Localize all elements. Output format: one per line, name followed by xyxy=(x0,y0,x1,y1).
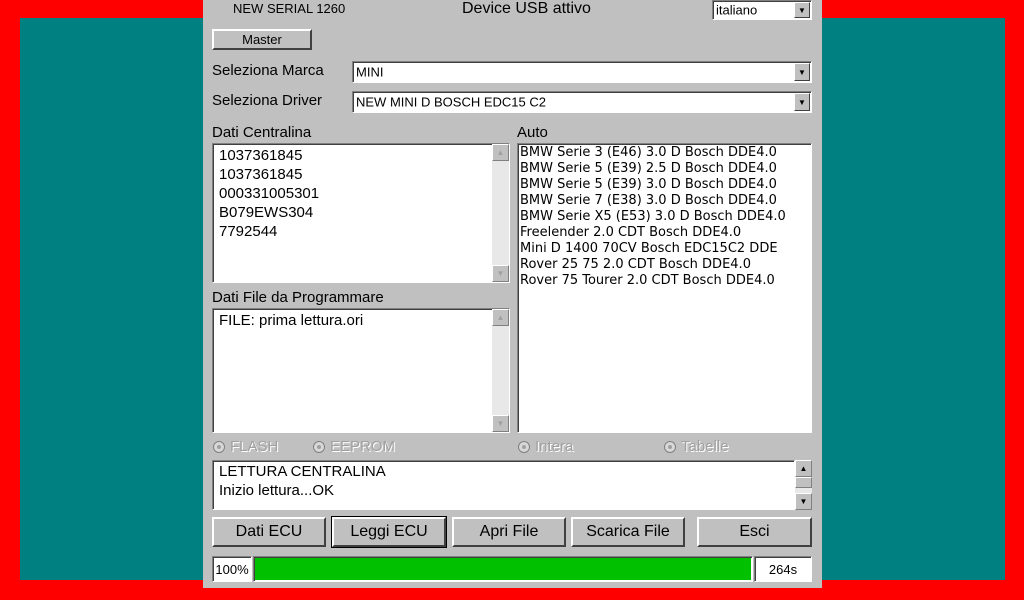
log-box[interactable]: LETTURA CENTRALINA Inizio lettura...OK xyxy=(212,460,795,510)
list-item: Freelender 2.0 CDT Bosch DDE4.0 xyxy=(520,225,742,240)
log-scrollbar[interactable]: ▲ ▼ xyxy=(795,460,812,510)
chevron-down-icon[interactable]: ▼ xyxy=(794,63,810,81)
chevron-down-icon[interactable]: ▼ xyxy=(794,93,810,111)
list-item: LETTURA CENTRALINA xyxy=(219,463,386,480)
list-item: BMW Serie 5 (E39) 3.0 D Bosch DDE4.0 xyxy=(520,177,777,192)
radio-icon xyxy=(313,440,325,453)
radio-eeprom[interactable]: EEPROM xyxy=(313,438,395,455)
dati-file-box[interactable]: FILE: prima lettura.ori ▲ ▼ xyxy=(212,308,510,433)
list-item: BMW Serie 5 (E39) 2.5 D Bosch DDE4.0 xyxy=(520,161,777,176)
device-status: Device USB attivo xyxy=(462,0,591,17)
list-item: 000331005301 xyxy=(219,185,320,202)
scroll-up-icon[interactable]: ▲ xyxy=(492,144,509,161)
radio-tabelle[interactable]: Tabelle xyxy=(664,438,729,455)
list-item: 1037361845 xyxy=(219,147,303,164)
language-select[interactable]: italiano ▼ xyxy=(712,0,812,20)
chevron-down-icon[interactable]: ▼ xyxy=(794,2,810,18)
list-item: 1037361845 xyxy=(219,166,303,183)
radio-tabelle-label: Tabelle xyxy=(681,438,729,455)
driver-select[interactable]: NEW MINI D BOSCH EDC15 C2 ▼ xyxy=(352,91,812,113)
radio-eeprom-label: EEPROM xyxy=(330,438,396,455)
scroll-down-icon[interactable]: ▼ xyxy=(492,265,509,282)
list-item: Inizio lettura...OK xyxy=(219,482,335,499)
list-item: BMW Serie X5 (E53) 3.0 D Bosch DDE4.0 xyxy=(520,209,786,224)
list-item: BMW Serie 7 (E38) 3.0 D Bosch DDE4.0 xyxy=(520,193,777,208)
leggi-ecu-button[interactable]: Leggi ECU xyxy=(331,516,447,548)
dati-file-scrollbar[interactable]: ▲ ▼ xyxy=(492,309,509,432)
dati-centralina-scrollbar[interactable]: ▲ ▼ xyxy=(492,144,509,282)
dati-centralina-label: Dati Centralina xyxy=(212,124,312,141)
driver-label: Seleziona Driver xyxy=(212,92,323,109)
list-item: FILE: prima lettura.ori xyxy=(219,312,364,329)
list-item: 7792544 xyxy=(219,223,278,240)
radio-icon xyxy=(518,440,530,453)
scroll-thumb[interactable] xyxy=(795,477,812,488)
marca-select[interactable]: MINI ▼ xyxy=(352,61,812,83)
scarica-file-button[interactable]: Scarica File xyxy=(571,517,685,547)
radio-icon xyxy=(213,440,225,453)
list-item: Rover 75 Tourer 2.0 CDT Bosch DDE4.0 xyxy=(520,273,775,288)
dati-centralina-box[interactable]: 1037361845 1037361845 000331005301 B079EWS3… xyxy=(212,143,510,283)
scroll-up-icon[interactable]: ▲ xyxy=(492,309,509,326)
scroll-down-icon[interactable]: ▼ xyxy=(492,415,509,432)
dati-file-list: FILE: prima lettura.ori xyxy=(219,311,363,330)
dati-centralina-list: 1037361845 1037361845 000331005301 B079EWS3… xyxy=(219,146,319,241)
serial-label: NEW SERIAL 1260 xyxy=(233,1,346,16)
list-item: B079EWS304 xyxy=(219,204,314,221)
auto-list-box[interactable]: BMW Serie 3 (E46) 3.0 D Bosch DDE4.0 BMW … xyxy=(517,143,812,433)
app-window: NEW SERIAL 1260 Device USB attivo italia… xyxy=(203,0,822,588)
radio-intera-label: Intera xyxy=(535,438,574,455)
apri-file-button[interactable]: Apri File xyxy=(452,517,566,547)
log-list: LETTURA CENTRALINA Inizio lettura...OK xyxy=(219,462,386,500)
radio-icon xyxy=(664,440,676,453)
dati-ecu-button[interactable]: Dati ECU xyxy=(212,517,326,547)
auto-list: BMW Serie 3 (E46) 3.0 D Bosch DDE4.0 BMW … xyxy=(520,145,786,289)
marca-label: Seleziona Marca xyxy=(212,62,324,79)
progress-fill xyxy=(255,558,751,580)
marca-select-value: MINI xyxy=(356,64,384,80)
language-select-value: italiano xyxy=(716,2,758,18)
esci-button[interactable]: Esci xyxy=(697,517,812,547)
radio-flash-label: FLASH xyxy=(230,438,279,455)
driver-select-value: NEW MINI D BOSCH EDC15 C2 xyxy=(356,94,546,110)
radio-flash[interactable]: FLASH xyxy=(213,438,278,455)
master-button[interactable]: Master xyxy=(212,29,312,50)
scroll-down-icon[interactable]: ▼ xyxy=(795,493,812,510)
progress-bar xyxy=(253,556,753,582)
list-item: Rover 25 75 2.0 CDT Bosch DDE4.0 xyxy=(520,257,751,272)
scroll-up-icon[interactable]: ▲ xyxy=(795,460,812,477)
auto-label: Auto xyxy=(517,124,548,141)
dati-file-label: Dati File da Programmare xyxy=(212,289,384,306)
list-item: Mini D 1400 70CV Bosch EDC15C2 DDE xyxy=(520,241,778,256)
list-item: BMW Serie 3 (E46) 3.0 D Bosch DDE4.0 xyxy=(520,145,777,160)
radio-intera[interactable]: Intera xyxy=(518,438,573,455)
progress-time: 264s xyxy=(754,556,812,582)
progress-percent: 100% xyxy=(212,556,252,582)
